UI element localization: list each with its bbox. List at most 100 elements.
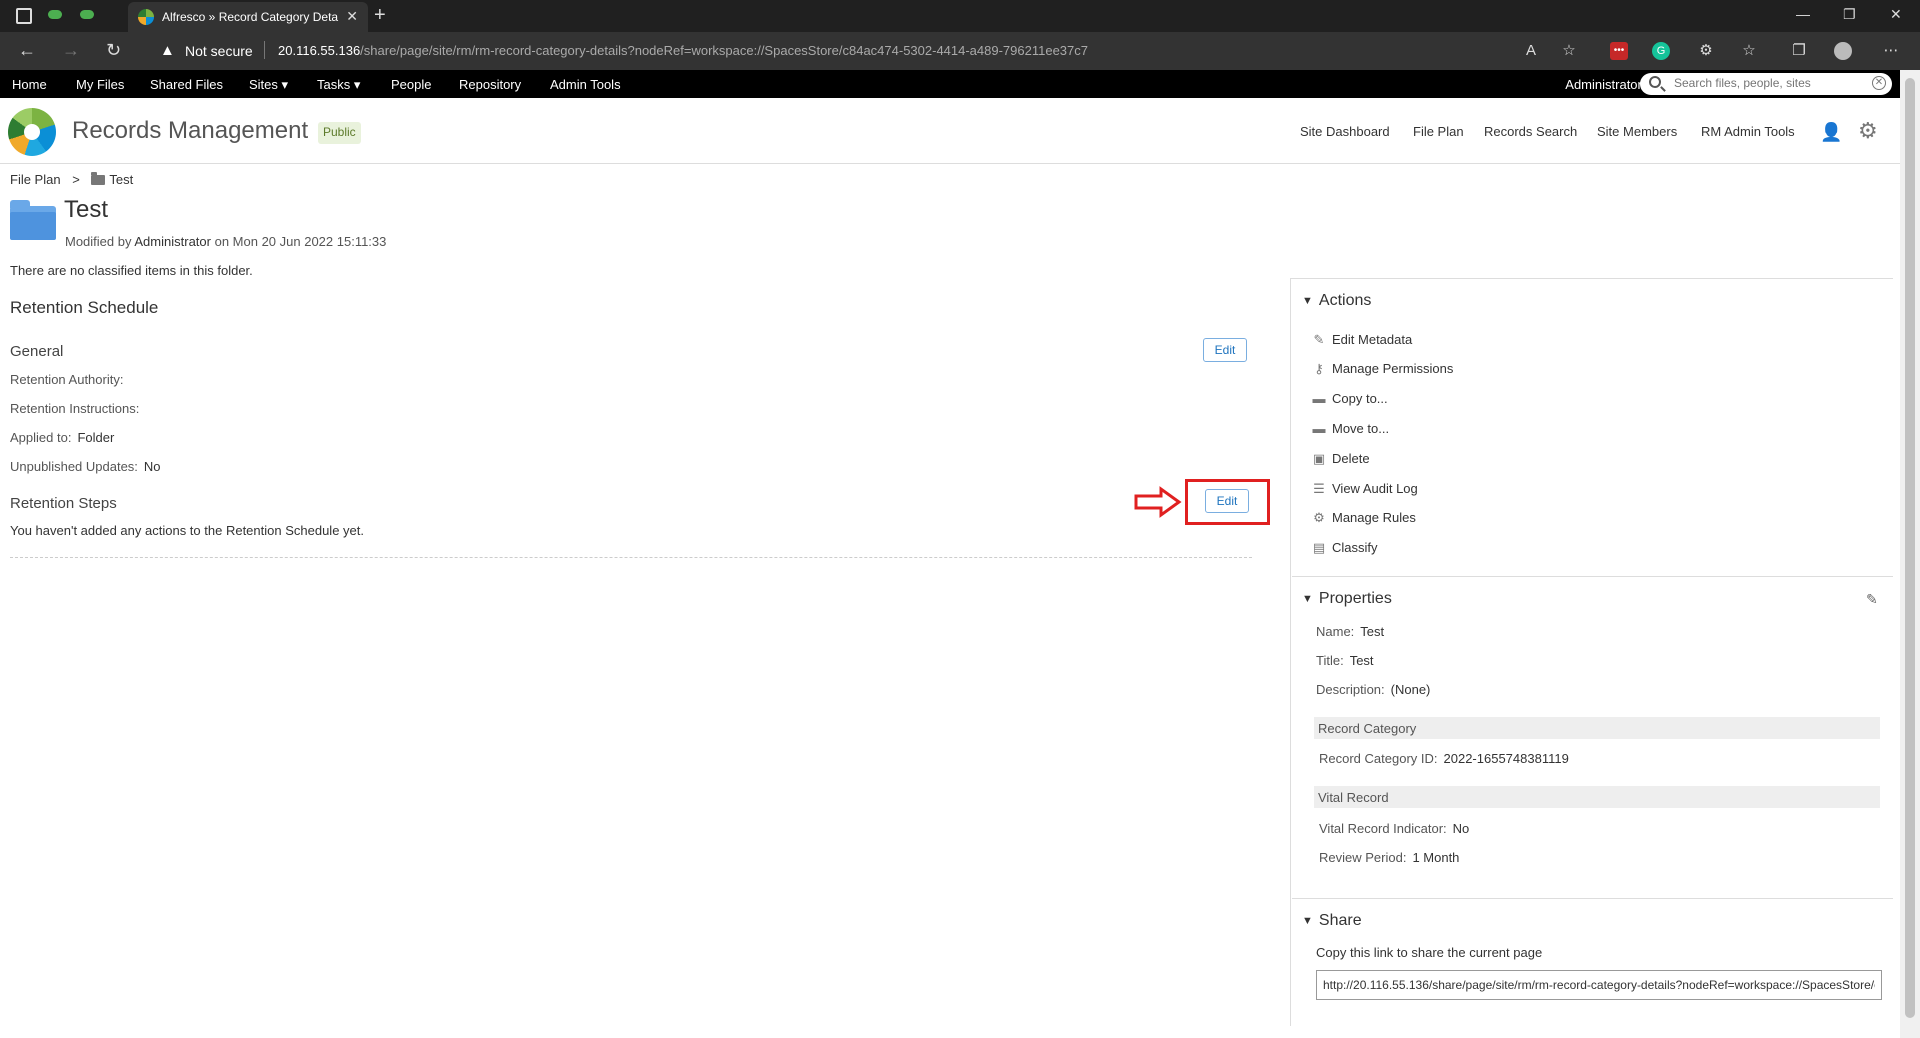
grammarly-icon[interactable]: G (1652, 42, 1670, 60)
favorite-icon[interactable]: ☆ (1560, 42, 1578, 60)
nav-tasks[interactable]: Tasks ▾ (317, 77, 360, 93)
edit-retention-steps-button[interactable]: Edit (1205, 489, 1249, 513)
edit-properties-icon[interactable]: ✎ (1866, 591, 1878, 608)
window-close-icon[interactable]: ✕ (1890, 6, 1902, 23)
favorites-icon[interactable]: ☆ (1740, 42, 1758, 60)
action-manage-permissions[interactable]: ⚷ Manage Permissions (1312, 361, 1453, 377)
tab-title: Alfresco » Record Category Deta (162, 10, 339, 24)
edit-metadata-icon: ✎ (1313, 332, 1325, 347)
action-delete[interactable]: ▣ Delete (1312, 451, 1370, 467)
actions-heading[interactable]: ▼ Actions (1302, 292, 1371, 310)
classify-icon: ▤ (1312, 540, 1326, 555)
action-copy-to[interactable]: ▬ Copy to... (1312, 391, 1388, 406)
delete-icon: ▣ (1312, 451, 1326, 466)
extension-icon[interactable]: ••• (1610, 42, 1628, 60)
breadcrumb-separator: > (72, 172, 80, 187)
prop-review-period: Review Period: 1 Month (1319, 850, 1460, 865)
breadcrumb-current[interactable]: Test (109, 172, 133, 187)
site-nav-dashboard[interactable]: Site Dashboard (1300, 124, 1390, 139)
prop-group-record-category: Record Category (1314, 717, 1880, 739)
prop-record-category-id: Record Category ID: 2022-1655748381119 (1319, 751, 1569, 766)
warning-icon[interactable]: ▲ (160, 42, 175, 59)
cloud-tab-icon[interactable] (80, 10, 94, 19)
retention-instructions-field: Retention Instructions: (10, 401, 140, 416)
page-title: Test (64, 196, 109, 223)
share-heading[interactable]: ▼ Share (1302, 912, 1362, 930)
collections-icon[interactable]: ❐ (1790, 42, 1808, 60)
retention-authority-field: Retention Authority: (10, 372, 124, 387)
prop-title: Title: Test (1316, 653, 1374, 668)
divider (1292, 898, 1893, 899)
modified-user-link[interactable]: Administrator (134, 234, 211, 249)
more-menu-icon[interactable]: ⋯ (1882, 42, 1900, 60)
folder-icon: ▬ (1312, 421, 1326, 436)
nav-admin-tools[interactable]: Admin Tools (550, 77, 621, 92)
share-link-field[interactable] (1316, 970, 1882, 1000)
nav-people[interactable]: People (391, 77, 431, 92)
collapse-triangle-icon: ▼ (1302, 915, 1313, 927)
site-nav-file-plan[interactable]: File Plan (1413, 124, 1464, 139)
site-nav-records-search[interactable]: Records Search (1484, 124, 1577, 139)
action-view-audit-log[interactable]: ☰ View Audit Log (1312, 481, 1418, 497)
browser-address-bar: ← → ↻ ▲ Not secure 20.116.55.136/share/p… (0, 32, 1920, 70)
breadcrumb: File Plan > Test (10, 172, 133, 187)
edit-general-button[interactable]: Edit (1203, 338, 1247, 362)
site-visibility-badge: Public (318, 122, 361, 144)
search-box[interactable]: ✕ (1640, 73, 1892, 95)
prop-description: Description: (None) (1316, 682, 1431, 697)
divider (10, 557, 1252, 558)
prop-vital-record-indicator: Vital Record Indicator: No (1319, 821, 1470, 836)
search-input[interactable] (1674, 76, 1854, 90)
nav-repository[interactable]: Repository (459, 77, 521, 92)
action-manage-rules[interactable]: ⚙ Manage Rules (1312, 510, 1416, 526)
key-icon: ⚷ (1314, 361, 1324, 376)
restore-icon[interactable]: ❐ (1843, 6, 1856, 23)
browser-tab-bar: Alfresco » Record Category Deta ✕ + — ❐ … (0, 0, 1920, 32)
highlight-arrow-icon (1134, 486, 1182, 518)
scrollbar-thumb[interactable] (1905, 78, 1915, 1018)
site-nav-rm-admin-tools[interactable]: RM Admin Tools (1701, 124, 1795, 139)
properties-heading[interactable]: ▼ Properties (1302, 590, 1392, 608)
retention-steps-heading: Retention Steps (10, 495, 117, 512)
page-scrollbar[interactable] (1900, 70, 1920, 1038)
divider (1292, 576, 1893, 577)
nav-my-files[interactable]: My Files (76, 77, 124, 92)
close-tab-icon[interactable]: ✕ (346, 8, 358, 25)
profile-avatar-icon[interactable] (1834, 42, 1852, 60)
new-tab-icon[interactable]: + (374, 4, 386, 27)
site-nav-members[interactable]: Site Members (1597, 124, 1677, 139)
add-user-icon[interactable]: 👤 (1820, 122, 1842, 143)
nav-sites[interactable]: Sites ▾ (249, 77, 288, 93)
tab-actions-icon[interactable] (16, 8, 32, 24)
site-title[interactable]: Records Management (72, 117, 308, 145)
forward-icon[interactable]: → (62, 40, 80, 61)
action-move-to[interactable]: ▬ Move to... (1312, 421, 1390, 436)
user-menu[interactable]: Administrator ▾ (1565, 77, 1652, 93)
breadcrumb-file-plan[interactable]: File Plan (10, 172, 61, 187)
app-header: Home My Files Shared Files Sites ▾ Tasks… (0, 70, 1900, 98)
nav-shared-files[interactable]: Shared Files (150, 77, 223, 92)
action-classify[interactable]: ▤ Classify (1312, 540, 1378, 556)
action-edit-metadata[interactable]: ✎ Edit Metadata (1312, 332, 1413, 348)
nav-home[interactable]: Home (12, 77, 47, 92)
modified-info: Modified by Administrator on Mon 20 Jun … (65, 234, 387, 249)
security-status[interactable]: Not secure (185, 43, 253, 59)
read-aloud-icon[interactable]: A (1522, 42, 1540, 60)
retention-schedule-heading: Retention Schedule (10, 298, 159, 317)
alfresco-favicon-icon (138, 9, 154, 25)
folder-icon (10, 200, 56, 240)
url-field[interactable]: 20.116.55.136/share/page/site/rm/rm-reco… (278, 43, 1088, 58)
search-icon (1649, 76, 1661, 88)
minimize-icon[interactable]: — (1796, 6, 1810, 22)
alfresco-logo (8, 108, 56, 156)
cloud-tab-icon[interactable] (48, 10, 62, 19)
extensions-icon[interactable]: ⚙ (1697, 42, 1715, 60)
gear-icon[interactable]: ⚙ (1858, 118, 1878, 144)
prop-name: Name: Test (1316, 624, 1385, 639)
clear-search-icon[interactable]: ✕ (1872, 76, 1886, 90)
browser-tab-active[interactable]: Alfresco » Record Category Deta ✕ (128, 2, 368, 32)
folder-icon (91, 172, 106, 185)
back-icon[interactable]: ← (18, 40, 36, 61)
reload-icon[interactable]: ↻ (106, 40, 121, 61)
general-heading: General (10, 343, 64, 360)
